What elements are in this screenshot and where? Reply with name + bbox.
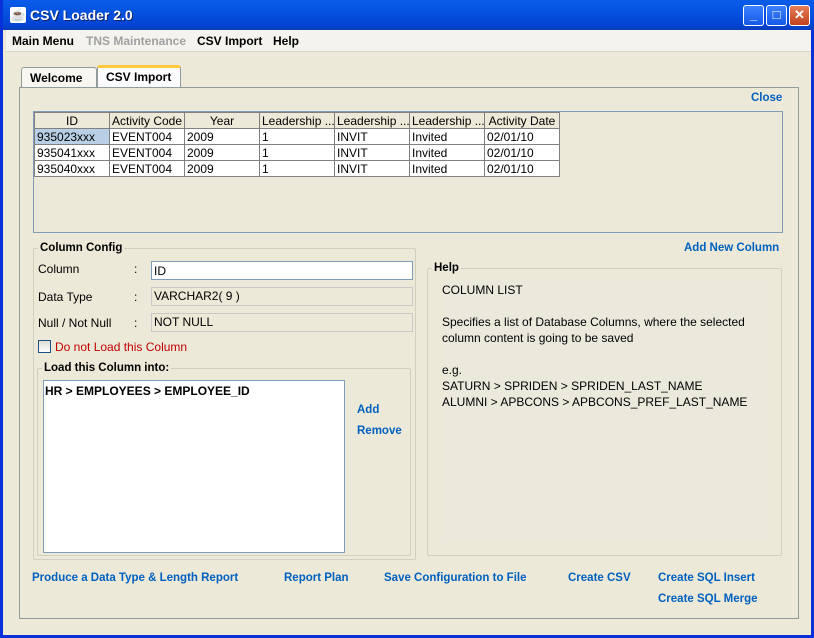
table-cell[interactable]: 935023xxx — [34, 128, 110, 145]
table-cell[interactable]: 2009 — [184, 160, 260, 177]
grid-header-4[interactable]: Leadership ... — [334, 112, 410, 129]
create-csv-link[interactable]: Create CSV — [568, 572, 631, 584]
table-cell[interactable]: 935041xxx — [34, 144, 110, 161]
data-preview-grid[interactable]: ID Activity Code Year Leadership ... Leaders… — [33, 111, 783, 233]
table-cell[interactable]: 935040xxx — [34, 160, 110, 177]
table-row[interactable]: 935041xxx EVENT004 2009 1 INVIT Invited 02/01/… — [34, 144, 560, 161]
table-cell[interactable]: EVENT004 — [109, 128, 185, 145]
app-window: ☕ CSV Loader 2.0 _ □ ✕ Main Menu TNS Mai… — [0, 0, 814, 638]
help-line-4: e.g. — [442, 363, 463, 377]
create-sql-merge-link[interactable]: Create SQL Merge — [658, 593, 758, 605]
maximize-button[interactable]: □ — [766, 5, 787, 26]
data-type-colon: : — [134, 290, 138, 304]
help-line-1: COLUMN LIST — [442, 283, 523, 297]
help-line-6: ALUMNI > APBCONS > APBCONS_PREF_LAST_NAM… — [442, 395, 748, 409]
minimize-button[interactable]: _ — [743, 5, 764, 26]
create-sql-insert-link[interactable]: Create SQL Insert — [658, 572, 755, 584]
title-bar[interactable]: ☕ CSV Loader 2.0 _ □ ✕ — [3, 0, 814, 30]
list-item[interactable]: HR > EMPLOYEES > EMPLOYEE_ID — [45, 384, 343, 398]
tab-csv-import[interactable]: CSV Import — [97, 65, 181, 87]
grid-header-0[interactable]: ID — [34, 112, 110, 129]
window-title: CSV Loader 2.0 — [30, 7, 133, 23]
java-app-icon: ☕ — [10, 7, 26, 23]
report-plan-link[interactable]: Report Plan — [284, 572, 349, 584]
grid-header-5[interactable]: Leadership ... — [409, 112, 485, 129]
data-type-field: VARCHAR2( 9 ) — [151, 287, 413, 306]
table-cell[interactable]: INVIT — [334, 144, 410, 161]
table-cell[interactable]: 2009 — [184, 144, 260, 161]
grid-header-2[interactable]: Year — [184, 112, 260, 129]
table-row[interactable]: 935040xxx EVENT004 2009 1 INVIT Invited 02/01/… — [34, 160, 560, 177]
column-label: Column — [38, 262, 80, 276]
menu-csv-import[interactable]: CSV Import — [197, 34, 262, 48]
null-colon: : — [134, 316, 138, 330]
table-cell[interactable]: 02/01/10 — [484, 160, 560, 177]
remove-target-link[interactable]: Remove — [357, 425, 402, 437]
column-name-field[interactable] — [151, 261, 413, 280]
grid-header-3[interactable]: Leadership ... — [259, 112, 335, 129]
null-label: Null / Not Null — [38, 316, 112, 330]
help-line-2: Specifies a list of Database Columns, wh… — [442, 315, 745, 329]
table-cell[interactable]: EVENT004 — [109, 160, 185, 177]
data-type-label: Data Type — [38, 290, 93, 304]
table-cell[interactable]: 1 — [259, 144, 335, 161]
close-tab-link[interactable]: Close — [751, 92, 782, 104]
add-new-column-link[interactable]: Add New Column — [684, 242, 779, 254]
table-cell[interactable]: 1 — [259, 160, 335, 177]
menu-help[interactable]: Help — [273, 34, 299, 48]
help-text-area: COLUMN LIST Specifies a list of Database… — [442, 280, 768, 542]
table-cell[interactable]: 02/01/10 — [484, 128, 560, 145]
load-into-list[interactable]: HR > EMPLOYEES > EMPLOYEE_ID — [43, 380, 345, 553]
menu-bar: Main Menu TNS Maintenance CSV Import Hel… — [6, 30, 811, 52]
grid-header-6[interactable]: Activity Date — [484, 112, 560, 129]
table-cell[interactable]: Invited — [409, 128, 485, 145]
null-field: NOT NULL — [151, 313, 413, 332]
produce-report-link[interactable]: Produce a Data Type & Length Report — [32, 572, 238, 584]
column-colon: : — [134, 262, 138, 276]
grid-header-1[interactable]: Activity Code — [109, 112, 185, 129]
do-not-load-label[interactable]: Do not Load this Column — [55, 340, 187, 354]
save-config-link[interactable]: Save Configuration to File — [384, 572, 526, 584]
table-cell[interactable]: 1 — [259, 128, 335, 145]
table-row[interactable]: 935023xxx EVENT004 2009 1 INVIT Invited 02/01/… — [34, 128, 560, 145]
do-not-load-checkbox[interactable] — [38, 340, 51, 353]
help-legend: Help — [434, 262, 459, 274]
column-config-legend: Column Config — [40, 242, 123, 254]
table-cell[interactable]: EVENT004 — [109, 144, 185, 161]
table-cell[interactable]: Invited — [409, 160, 485, 177]
table-cell[interactable]: 2009 — [184, 128, 260, 145]
close-window-button[interactable]: ✕ — [789, 5, 810, 26]
help-line-5: SATURN > SPRIDEN > SPRIDEN_LAST_NAME — [442, 379, 703, 393]
menu-tns-maintenance[interactable]: TNS Maintenance — [86, 34, 186, 48]
tab-welcome[interactable]: Welcome — [21, 67, 97, 87]
table-cell[interactable]: INVIT — [334, 160, 410, 177]
table-cell[interactable]: INVIT — [334, 128, 410, 145]
table-cell[interactable]: 02/01/10 — [484, 144, 560, 161]
preview-table[interactable]: ID Activity Code Year Leadership ... Leaders… — [34, 112, 560, 177]
menu-main-menu[interactable]: Main Menu — [12, 34, 74, 48]
load-into-legend: Load this Column into: — [44, 362, 170, 374]
help-line-3: column content is going to be saved — [442, 331, 634, 345]
table-cell[interactable]: Invited — [409, 144, 485, 161]
add-target-link[interactable]: Add — [357, 404, 379, 416]
